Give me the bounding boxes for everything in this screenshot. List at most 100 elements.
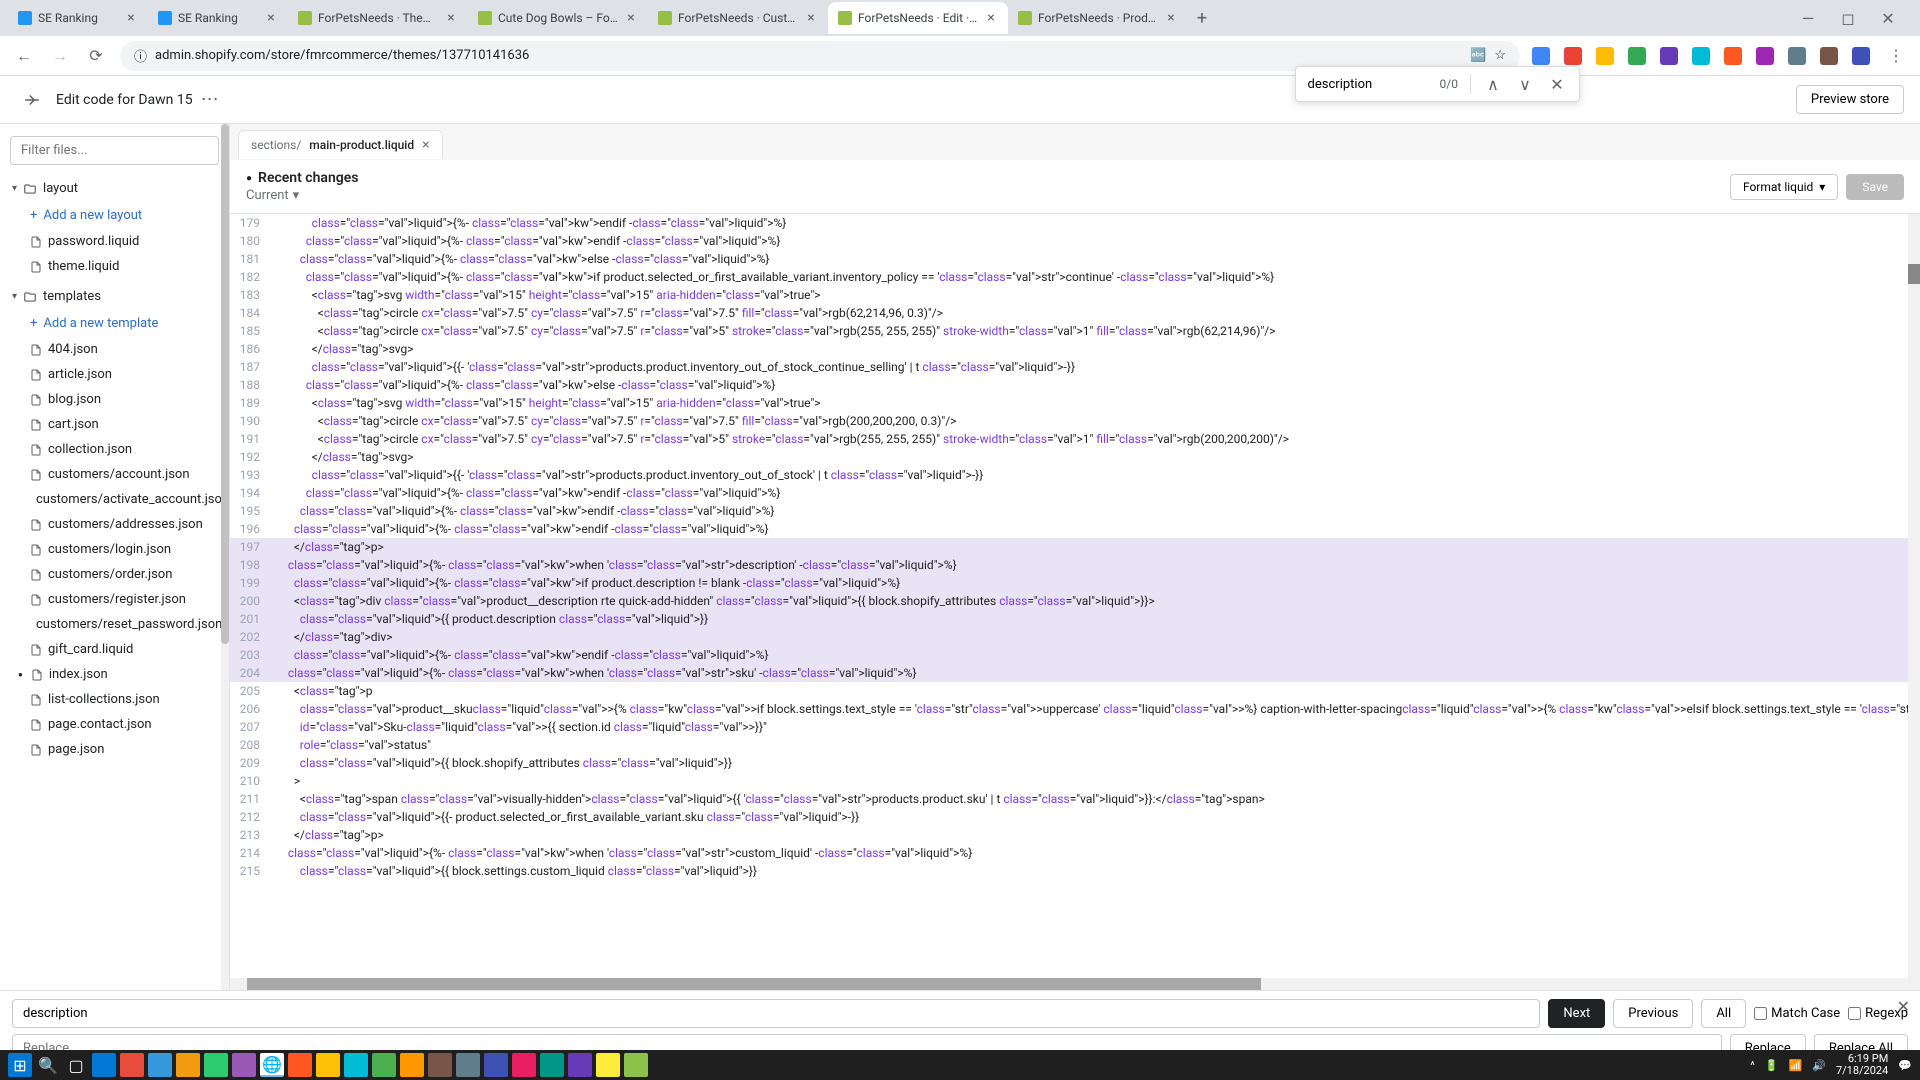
filter-files-input[interactable]	[10, 136, 219, 165]
code-line[interactable]: 185 <class="tag">circle cx="class="val">…	[230, 322, 1920, 340]
code-line[interactable]: 206 class="class="val">product__skuclass…	[230, 700, 1920, 718]
sidebar-scrollbar[interactable]	[221, 124, 229, 990]
code-line[interactable]: 196 class="class="val">liquid">{%- class…	[230, 520, 1920, 538]
code-line[interactable]: 203 class="class="val">liquid">{%- class…	[230, 646, 1920, 664]
code-line[interactable]: 187 class="class="val">liquid">{{- 'clas…	[230, 358, 1920, 376]
match-case-checkbox[interactable]: Match Case	[1754, 1006, 1840, 1021]
extension-icon[interactable]	[1660, 47, 1678, 65]
wifi-icon[interactable]: 📶	[1789, 1059, 1803, 1072]
forward-button[interactable]: →	[48, 44, 72, 68]
extension-icon[interactable]	[1820, 47, 1838, 65]
editor-horizontal-scrollbar[interactable]	[230, 978, 1920, 990]
add-layout-button[interactable]: + Add a new layout	[0, 202, 229, 229]
editor-tab[interactable]: sections/main-product.liquid ×	[238, 130, 443, 159]
code-line[interactable]: 198 class="class="val">liquid">{%- class…	[230, 556, 1920, 574]
code-editor[interactable]: 179 class="class="val">liquid">{%- class…	[230, 214, 1920, 978]
code-line[interactable]: 193 class="class="val">liquid">{{- 'clas…	[230, 466, 1920, 484]
site-info-icon[interactable]: ⓘ	[134, 46, 147, 65]
extension-icon[interactable]	[1532, 47, 1550, 65]
file-item[interactable]: cart.json	[0, 412, 229, 437]
preview-store-button[interactable]: Preview store	[1796, 85, 1904, 114]
file-item[interactable]: customers/register.json	[0, 587, 229, 612]
extension-icon[interactable]	[1628, 47, 1646, 65]
extension-icon[interactable]	[1756, 47, 1774, 65]
start-button[interactable]: ⊞	[8, 1053, 32, 1077]
code-line[interactable]: 186 </class="tag">svg>	[230, 340, 1920, 358]
code-line[interactable]: 189 <class="tag">svg width="class="val">…	[230, 394, 1920, 412]
extension-icon[interactable]	[1692, 47, 1710, 65]
taskbar-app[interactable]	[540, 1053, 564, 1077]
extension-icon[interactable]	[1852, 47, 1870, 65]
browser-menu-button[interactable]: ⋮	[1884, 44, 1908, 68]
browser-tab[interactable]: ForPetsNeeds · Edit · Dawn 15×	[828, 2, 1008, 34]
file-item[interactable]: customers/reset_password.json	[0, 612, 229, 637]
taskbar-app[interactable]	[400, 1053, 424, 1077]
tab-close-button[interactable]: ×	[444, 11, 458, 25]
system-tray[interactable]: ^ 🔋 📶 🔊 6:19 PM 7/18/2024 💬	[1750, 1053, 1912, 1077]
more-actions-button[interactable]: ⋯	[201, 89, 219, 110]
exit-editor-button[interactable]	[16, 84, 48, 116]
file-item[interactable]: customers/login.json	[0, 537, 229, 562]
search-all-button[interactable]: All	[1701, 999, 1746, 1028]
code-line[interactable]: 188 class="class="val">liquid">{%- class…	[230, 376, 1920, 394]
format-liquid-button[interactable]: Format liquid ▾	[1730, 174, 1838, 200]
file-item[interactable]: blog.json	[0, 387, 229, 412]
layout-folder[interactable]: ▾ layout	[0, 175, 229, 202]
find-close-button[interactable]: ✕	[1547, 74, 1567, 94]
file-item[interactable]: collection.json	[0, 437, 229, 462]
file-item[interactable]: customers/activate_account.json	[0, 487, 229, 512]
version-dropdown[interactable]: Current ▾	[246, 188, 358, 203]
code-line[interactable]: 199 class="class="val">liquid">{%- class…	[230, 574, 1920, 592]
extension-icon[interactable]	[1788, 47, 1806, 65]
notifications-button[interactable]: 💬	[1898, 1059, 1912, 1072]
file-item[interactable]: customers/account.json	[0, 462, 229, 487]
taskbar-app[interactable]	[120, 1053, 144, 1077]
taskbar-app[interactable]	[372, 1053, 396, 1077]
code-line[interactable]: 208 role="class="val">status"	[230, 736, 1920, 754]
find-input[interactable]	[1308, 77, 1428, 92]
close-search-button[interactable]: ✕	[1897, 997, 1910, 1016]
file-item[interactable]: 404.json	[0, 337, 229, 362]
translate-icon[interactable]: 🔤	[1470, 48, 1486, 63]
code-line[interactable]: 210 >	[230, 772, 1920, 790]
tab-close-button[interactable]: ×	[984, 11, 998, 25]
taskbar-app[interactable]	[568, 1053, 592, 1077]
clock[interactable]: 6:19 PM 7/18/2024	[1836, 1053, 1888, 1077]
taskbar-app[interactable]	[512, 1053, 536, 1077]
taskbar-app[interactable]	[456, 1053, 480, 1077]
file-item[interactable]: page.json	[0, 737, 229, 762]
code-line[interactable]: 207 id="class="val">Sku-class="liquid"cl…	[230, 718, 1920, 736]
new-tab-button[interactable]: +	[1188, 4, 1216, 32]
code-line[interactable]: 183 <class="tag">svg width="class="val">…	[230, 286, 1920, 304]
code-line[interactable]: 181 class="class="val">liquid">{%- class…	[230, 250, 1920, 268]
search-next-button[interactable]: Next	[1548, 999, 1605, 1028]
extension-icon[interactable]	[1564, 47, 1582, 65]
task-view-button[interactable]: ▢	[64, 1053, 88, 1077]
find-prev-button[interactable]: ∧	[1483, 74, 1503, 94]
code-line[interactable]: 215 class="class="val">liquid">{{ block.…	[230, 862, 1920, 880]
close-tab-button[interactable]: ×	[422, 137, 429, 153]
file-item[interactable]: article.json	[0, 362, 229, 387]
add-template-button[interactable]: + Add a new template	[0, 310, 229, 337]
code-line[interactable]: 214 class="class="val">liquid">{%- class…	[230, 844, 1920, 862]
code-line[interactable]: 194 class="class="val">liquid">{%- class…	[230, 484, 1920, 502]
tray-chevron-icon[interactable]: ^	[1750, 1059, 1755, 1072]
file-item[interactable]: index.json	[0, 662, 229, 687]
minimize-button[interactable]: —	[1796, 6, 1820, 30]
find-next-button[interactable]: ∨	[1515, 74, 1535, 94]
browser-tab[interactable]: SE Ranking×	[8, 2, 148, 34]
taskbar-app[interactable]	[316, 1053, 340, 1077]
battery-icon[interactable]: 🔋	[1765, 1059, 1779, 1072]
code-line[interactable]: 192 </class="tag">svg>	[230, 448, 1920, 466]
save-button[interactable]: Save	[1846, 174, 1904, 200]
file-item[interactable]: customers/addresses.json	[0, 512, 229, 537]
taskbar-app[interactable]	[596, 1053, 620, 1077]
tab-close-button[interactable]: ×	[124, 11, 138, 25]
close-window-button[interactable]: ✕	[1876, 6, 1900, 30]
code-line[interactable]: 182 class="class="val">liquid">{%- class…	[230, 268, 1920, 286]
code-line[interactable]: 197 </class="tag">p>	[230, 538, 1920, 556]
chrome-taskbar-icon[interactable]: 🌐	[260, 1053, 284, 1077]
tab-close-button[interactable]: ×	[1164, 11, 1178, 25]
taskbar-app[interactable]	[232, 1053, 256, 1077]
extension-icon[interactable]	[1596, 47, 1614, 65]
